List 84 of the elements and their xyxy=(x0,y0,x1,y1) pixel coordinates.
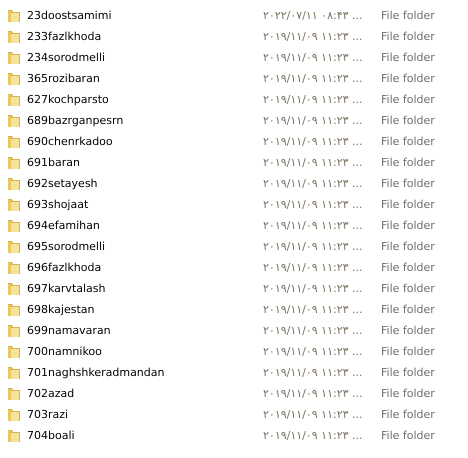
date-modified: ۲۰۱۹/۱۱/۰۹ ۱۱:۲۳ ... xyxy=(263,219,364,232)
folder-icon xyxy=(6,70,22,86)
item-type: File folder xyxy=(381,366,435,379)
folder-icon xyxy=(6,322,22,338)
item-type: File folder xyxy=(381,156,435,169)
item-type: File folder xyxy=(381,135,435,148)
folder-name[interactable]: 23doostsamimi xyxy=(27,9,263,22)
item-type: File folder xyxy=(381,93,435,106)
folder-icon xyxy=(6,280,22,296)
item-type: File folder xyxy=(381,345,435,358)
date-modified: ۲۰۱۹/۱۱/۰۹ ۱۱:۲۳ ... xyxy=(263,429,364,442)
folder-icon xyxy=(6,218,22,234)
item-type: File folder xyxy=(381,30,435,43)
folder-icon xyxy=(6,196,22,212)
folder-name[interactable]: 690chenrkadoo xyxy=(27,135,263,148)
date-modified: ۲۰۱۹/۱۱/۰۹ ۱۱:۲۳ ... xyxy=(263,72,364,85)
folder-icon xyxy=(6,112,22,128)
item-type: File folder xyxy=(381,387,435,400)
folder-name[interactable]: 699namavaran xyxy=(27,324,263,337)
folder-name[interactable]: 689bazrganpesrn xyxy=(27,114,263,127)
date-modified: ۲۰۱۹/۱۱/۰۹ ۱۱:۲۳ ... xyxy=(263,198,364,211)
date-modified: ۲۰۲۲/۰۷/۱۱ ۰۸:۴۳ ... xyxy=(263,9,364,22)
folder-icon xyxy=(6,154,22,170)
folder-name[interactable]: 698kajestan xyxy=(27,303,263,316)
date-modified: ۲۰۱۹/۱۱/۰۹ ۱۱:۲۳ ... xyxy=(263,51,364,64)
folder-name[interactable]: 365rozibaran xyxy=(27,72,263,85)
date-modified: ۲۰۱۹/۱۱/۰۹ ۱۱:۲۳ ... xyxy=(263,324,364,337)
folder-icon xyxy=(6,406,22,422)
folder-name[interactable]: 694efamihan xyxy=(27,219,263,232)
folder-name[interactable]: 234sorodmelli xyxy=(27,51,263,64)
date-modified: ۲۰۱۹/۱۱/۰۹ ۱۱:۲۳ ... xyxy=(263,261,364,274)
folder-icon xyxy=(6,134,22,150)
item-type: File folder xyxy=(381,429,435,442)
folder-icon xyxy=(6,92,22,108)
date-modified: ۲۰۱۹/۱۱/۰۹ ۱۱:۲۳ ... xyxy=(263,366,364,379)
folder-name[interactable]: 701naghshkeradmandan xyxy=(27,366,263,379)
date-modified: ۲۰۱۹/۱۱/۰۹ ۱۱:۲۳ ... xyxy=(263,93,364,106)
folder-icon xyxy=(6,386,22,402)
date-modified: ۲۰۱۹/۱۱/۰۹ ۱۱:۲۳ ... xyxy=(263,387,364,400)
item-type: File folder xyxy=(381,9,435,22)
item-type: File folder xyxy=(381,51,435,64)
item-type: File folder xyxy=(381,114,435,127)
folder-name[interactable]: 702azad xyxy=(27,387,263,400)
folder-icon xyxy=(6,302,22,318)
folder-name[interactable]: 691baran xyxy=(27,156,263,169)
folder-name[interactable]: 704boali xyxy=(27,429,263,442)
item-type: File folder xyxy=(381,177,435,190)
date-modified: ۲۰۱۹/۱۱/۰۹ ۱۱:۲۳ ... xyxy=(263,408,364,421)
date-modified: ۲۰۱۹/۱۱/۰۹ ۱۱:۲۳ ... xyxy=(263,30,364,43)
date-modified: ۲۰۱۹/۱۱/۰۹ ۱۱:۲۳ ... xyxy=(263,282,364,295)
folder-name[interactable]: 233fazlkhoda xyxy=(27,30,263,43)
date-modified: ۲۰۱۹/۱۱/۰۹ ۱۱:۲۳ ... xyxy=(263,114,364,127)
folder-icon xyxy=(6,364,22,380)
folder-name[interactable]: 627kochparsto xyxy=(27,93,263,106)
folder-icon xyxy=(6,28,22,44)
folder-icon xyxy=(6,238,22,254)
folder-icon xyxy=(6,176,22,192)
date-modified: ۲۰۱۹/۱۱/۰۹ ۱۱:۲۳ ... xyxy=(263,177,364,190)
folder-icon xyxy=(6,260,22,276)
date-modified: ۲۰۱۹/۱۱/۰۹ ۱۱:۲۳ ... xyxy=(263,345,364,358)
date-modified: ۲۰۱۹/۱۱/۰۹ ۱۱:۲۳ ... xyxy=(263,303,364,316)
folder-name[interactable]: 697karvtalash xyxy=(27,282,263,295)
item-type: File folder xyxy=(381,198,435,211)
item-type: File folder xyxy=(381,303,435,316)
item-type: File folder xyxy=(381,72,435,85)
folder-name[interactable]: 700namnikoo xyxy=(27,345,263,358)
item-type: File folder xyxy=(381,261,435,274)
item-type: File folder xyxy=(381,408,435,421)
folder-name[interactable]: 693shojaat xyxy=(27,198,263,211)
date-modified: ۲۰۱۹/۱۱/۰۹ ۱۱:۲۳ ... xyxy=(263,156,364,169)
folder-name[interactable]: 695sorodmelli xyxy=(27,240,263,253)
date-modified: ۲۰۱۹/۱۱/۰۹ ۱۱:۲۳ ... xyxy=(263,240,364,253)
folder-icon xyxy=(6,8,22,24)
folder-name[interactable]: 696fazlkhoda xyxy=(27,261,263,274)
item-type: File folder xyxy=(381,219,435,232)
folder-icon xyxy=(6,344,22,360)
date-modified: ۲۰۱۹/۱۱/۰۹ ۱۱:۲۳ ... xyxy=(263,135,364,148)
folder-icon xyxy=(6,428,22,444)
folder-name[interactable]: 703razi xyxy=(27,408,263,421)
item-type: File folder xyxy=(381,282,435,295)
folder-name[interactable]: 692setayesh xyxy=(27,177,263,190)
item-type: File folder xyxy=(381,324,435,337)
item-type: File folder xyxy=(381,240,435,253)
folder-icon xyxy=(6,50,22,66)
